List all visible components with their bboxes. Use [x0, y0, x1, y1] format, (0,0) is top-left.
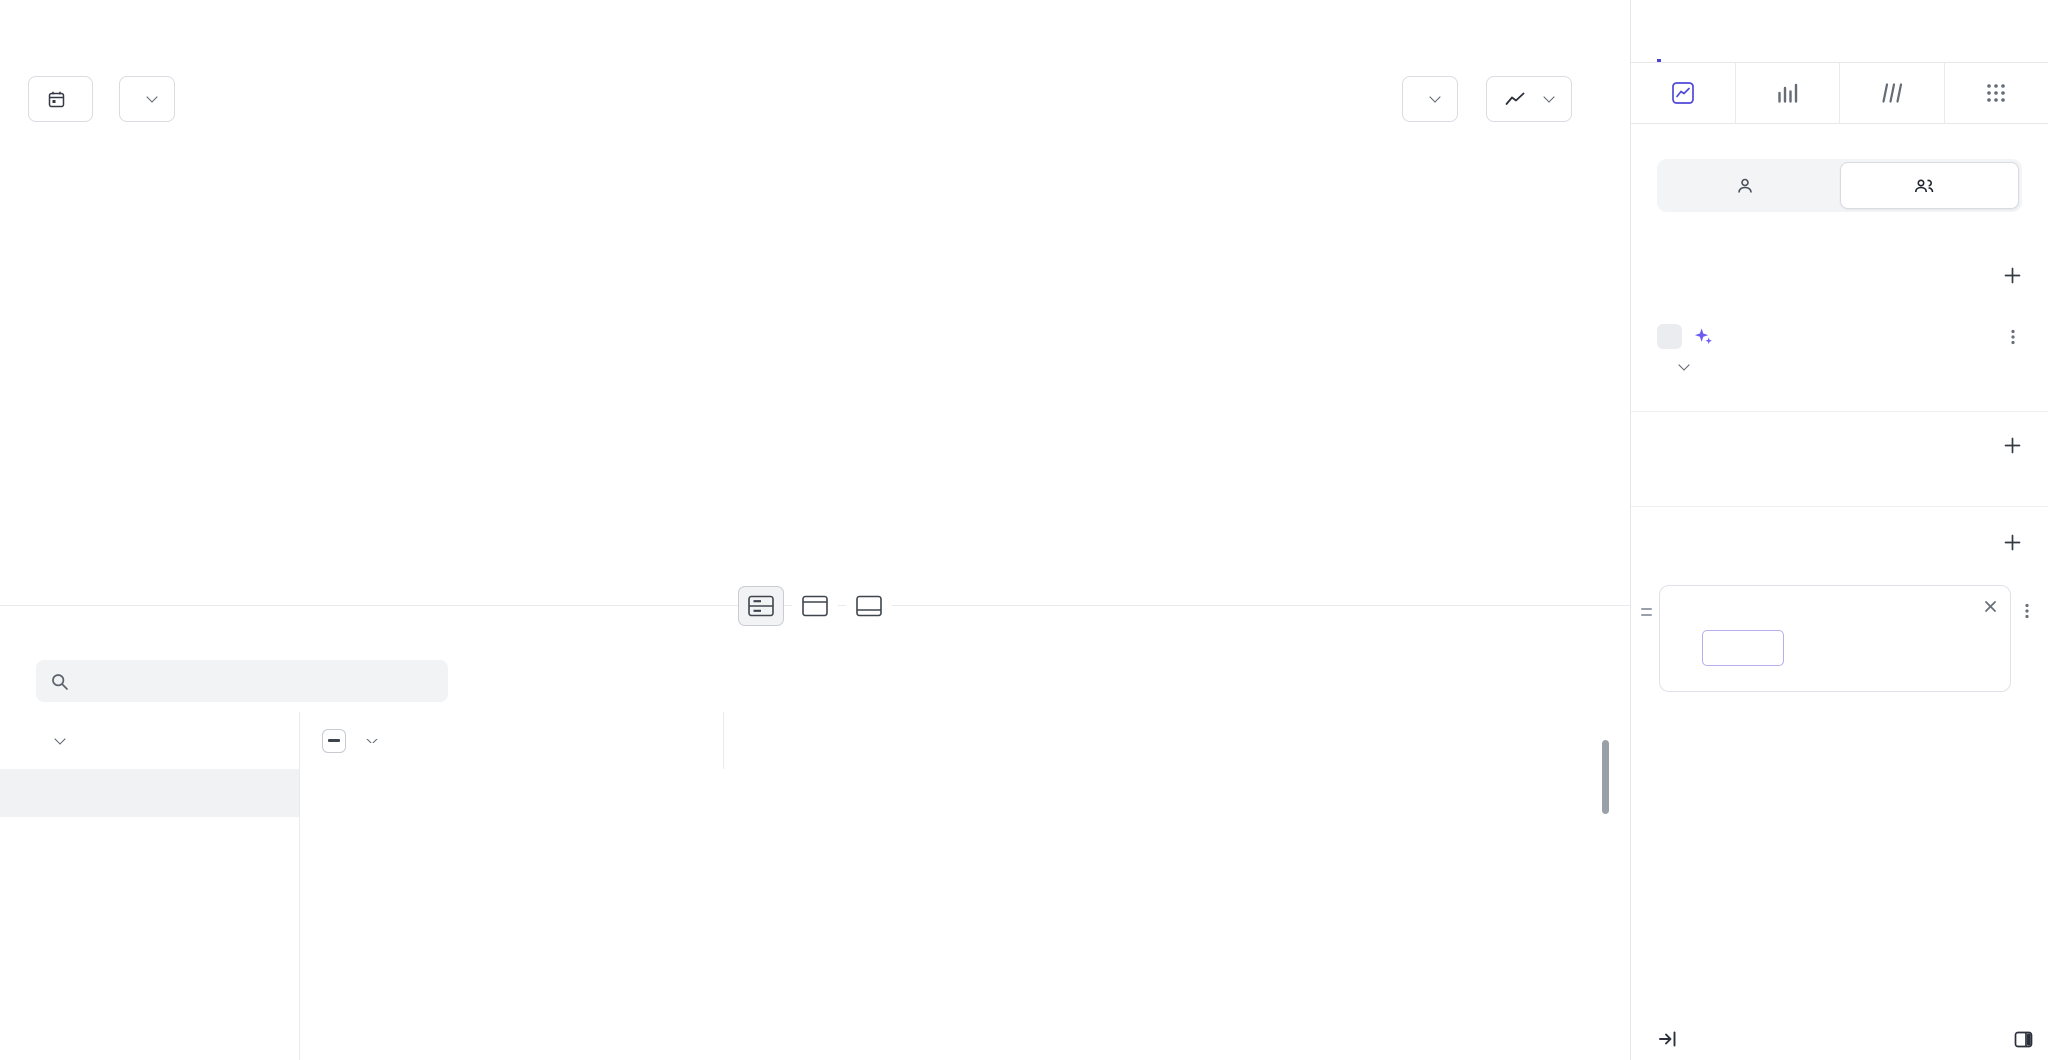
remove-breakdown-icon[interactable]: [1983, 599, 1998, 614]
chart-style-dropdown[interactable]: [1486, 76, 1572, 122]
tab-chart[interactable]: [1695, 0, 1699, 62]
select-all-checkbox[interactable]: [322, 729, 346, 753]
add-filter-button[interactable]: [2003, 436, 2022, 455]
line-chart-icon: [1670, 80, 1696, 106]
search-input[interactable]: [80, 673, 434, 690]
scope-user-button[interactable]: [1660, 162, 1840, 209]
chart-type-grid-button[interactable]: [1944, 63, 2048, 123]
table-only-icon: [855, 594, 883, 618]
date-range-group: [28, 76, 93, 122]
range-custom[interactable]: [29, 77, 92, 121]
metric-series-badge: [1657, 324, 1682, 349]
event-column: [0, 712, 300, 1060]
breakdown-menu-icon[interactable]: [2018, 602, 2036, 620]
group-column-header[interactable]: [346, 739, 583, 743]
layout-toggle-group: [0, 586, 1630, 626]
funnel-chart-icon: [1879, 80, 1905, 106]
event-column-header[interactable]: [0, 712, 299, 769]
chart-main-area: [0, 0, 1630, 1060]
scope-toggle: [1657, 159, 2022, 212]
breakdown-card: [1659, 585, 2011, 692]
layout-table-only-button[interactable]: [846, 586, 892, 626]
chevron-down-icon: [366, 739, 377, 743]
chart-toolbar: [28, 76, 1572, 122]
analytics-app: [0, 0, 2048, 1060]
chevron-down-icon: [146, 91, 157, 102]
chevron-down-icon: [1543, 91, 1554, 102]
panel-tabs: [1631, 0, 2048, 63]
collapse-panel-icon[interactable]: [1657, 1028, 1679, 1050]
add-metric-button[interactable]: [2003, 266, 2022, 285]
metric-item[interactable]: [1657, 324, 2022, 349]
metric-menu-icon[interactable]: [2004, 328, 2022, 346]
search-icon: [50, 672, 69, 691]
table-scrollbar[interactable]: [1602, 740, 1609, 814]
breakdown-section: [1631, 506, 2048, 692]
chart-only-icon: [801, 594, 829, 618]
table-date-headers: [723, 712, 724, 769]
chevron-down-icon: [1678, 359, 1689, 370]
breakdown-value-input[interactable]: [1702, 630, 1784, 666]
chart-type-tabs: [1631, 63, 2048, 124]
drag-handle-icon[interactable]: [1641, 608, 1652, 616]
trend-chart[interactable]: [0, 175, 1630, 553]
chart-type-bar-button[interactable]: [1735, 63, 1840, 123]
grid-dots-icon: [1983, 80, 2009, 106]
tab-query[interactable]: [1657, 0, 1661, 62]
panel-footer: [1657, 1028, 2034, 1050]
layout-chart-only-button[interactable]: [792, 586, 838, 626]
query-panel: [1630, 0, 2048, 1060]
scope-company-button[interactable]: [1840, 162, 2020, 209]
metric-measure-dropdown[interactable]: [1657, 365, 2022, 369]
panel-toggle-icon[interactable]: [2013, 1029, 2034, 1050]
line-chart-icon: [1505, 91, 1525, 107]
metrics-section: [1631, 262, 2048, 411]
table-header-row: [300, 712, 1630, 769]
event-list-item[interactable]: [0, 769, 299, 817]
calendar-icon: [47, 90, 66, 109]
chevron-down-icon: [54, 733, 65, 744]
table-data-area: [300, 712, 1630, 1060]
layout-split-view-button[interactable]: [738, 586, 784, 626]
compare-button[interactable]: [119, 76, 175, 122]
chart-type-funnel-button[interactable]: [1839, 63, 1944, 123]
chart-type-line-button[interactable]: [1631, 63, 1735, 123]
event-sparkle-icon: [1694, 327, 1713, 346]
chevron-down-icon: [1429, 91, 1440, 102]
filter-section: [1631, 411, 2048, 506]
split-view-icon: [747, 594, 775, 618]
add-breakdown-button[interactable]: [2003, 533, 2022, 552]
granularity-dropdown[interactable]: [1402, 76, 1458, 122]
bar-chart-icon: [1774, 80, 1800, 106]
results-table: [0, 712, 1630, 1060]
person-icon: [1736, 177, 1754, 195]
people-icon: [1914, 177, 1934, 195]
search-box: [36, 660, 448, 702]
